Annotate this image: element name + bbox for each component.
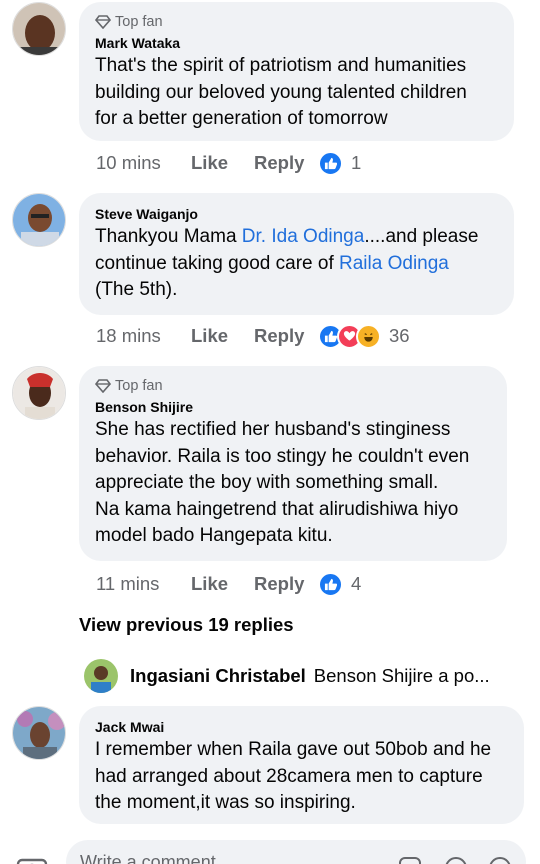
comment-time: 10 mins (96, 152, 161, 173)
gif-icon[interactable] (444, 856, 468, 864)
like-button[interactable]: Like (191, 573, 254, 595)
avatar[interactable] (12, 193, 66, 247)
comment-actions: 18 mins Like Reply 36 (96, 322, 410, 350)
comment-time: 11 mins (96, 573, 160, 594)
haha-icon (356, 323, 381, 349)
comment-actions: 10 mins Like Reply 1 (96, 149, 361, 177)
comment-author[interactable]: Benson Shijire (95, 397, 491, 417)
mention-link[interactable]: Dr. Ida Odinga (242, 226, 365, 247)
camera-icon[interactable] (16, 854, 48, 864)
thumbs-up-icon (318, 150, 343, 176)
view-previous-replies-link[interactable]: View previous 19 replies (79, 614, 294, 636)
reply-author: Ingasiani Christabel (130, 665, 306, 686)
reply-snippet: Benson Shijire a po... (313, 665, 490, 686)
like-button[interactable]: Like (191, 152, 254, 174)
comment-text: That's the spirit of patriotism and huma… (95, 55, 467, 129)
comment-bubble: Steve Waiganjo Thankyou Mama Dr. Ida Odi… (79, 193, 514, 315)
comment-actions: 11 mins Like Reply 4 (96, 570, 361, 598)
diamond-icon (95, 379, 111, 393)
reactions[interactable]: 1 (318, 150, 362, 176)
top-fan-badge: Top fan (95, 12, 498, 32)
emoji-icon[interactable] (488, 856, 512, 864)
sticker-icon[interactable] (398, 856, 422, 864)
comment-author[interactable]: Mark Wataka (95, 33, 498, 53)
comment-author[interactable]: Steve Waiganjo (95, 204, 498, 224)
reactions[interactable]: 36 (318, 323, 410, 349)
like-button[interactable]: Like (191, 325, 254, 347)
comment-bubble: Top fan Benson Shijire She has rectified… (79, 366, 507, 561)
comment-text: I remember when Raila gave out 50bob and… (95, 739, 492, 813)
avatar (84, 659, 118, 693)
reply-button[interactable]: Reply (254, 152, 318, 174)
comment-bubble: Jack Mwai I remember when Raila gave out… (79, 706, 524, 824)
top-fan-badge: Top fan (95, 376, 491, 396)
mention-link[interactable]: Raila Odinga (339, 253, 449, 274)
comment-author[interactable]: Jack Mwai (95, 717, 508, 737)
comment-input[interactable]: Write a comment... (66, 840, 526, 864)
comment-bubble: Top fan Mark Wataka That's the spirit of… (79, 2, 514, 141)
reply-button[interactable]: Reply (254, 325, 318, 347)
diamond-icon (95, 15, 111, 29)
thumbs-up-icon (318, 571, 343, 597)
comment-text: She has rectified her husband's stingine… (95, 419, 470, 546)
avatar[interactable] (12, 706, 66, 760)
comment-placeholder: Write a comment... (80, 852, 231, 864)
avatar[interactable] (12, 366, 66, 420)
reply-preview[interactable]: Ingasiani Christabel Benson Shijire a po… (84, 657, 490, 695)
reaction-count: 4 (351, 573, 362, 594)
comment-text: Thankyou Mama Dr. Ida Odinga....and plea… (95, 226, 479, 300)
comment-time: 18 mins (96, 325, 161, 346)
badge-label: Top fan (115, 378, 163, 394)
reaction-count: 1 (351, 152, 362, 173)
comment-composer: Write a comment... (0, 838, 540, 864)
reply-button[interactable]: Reply (254, 573, 318, 595)
reaction-count: 36 (389, 325, 410, 346)
avatar[interactable] (12, 2, 66, 56)
badge-label: Top fan (115, 14, 163, 30)
reactions[interactable]: 4 (318, 571, 362, 597)
